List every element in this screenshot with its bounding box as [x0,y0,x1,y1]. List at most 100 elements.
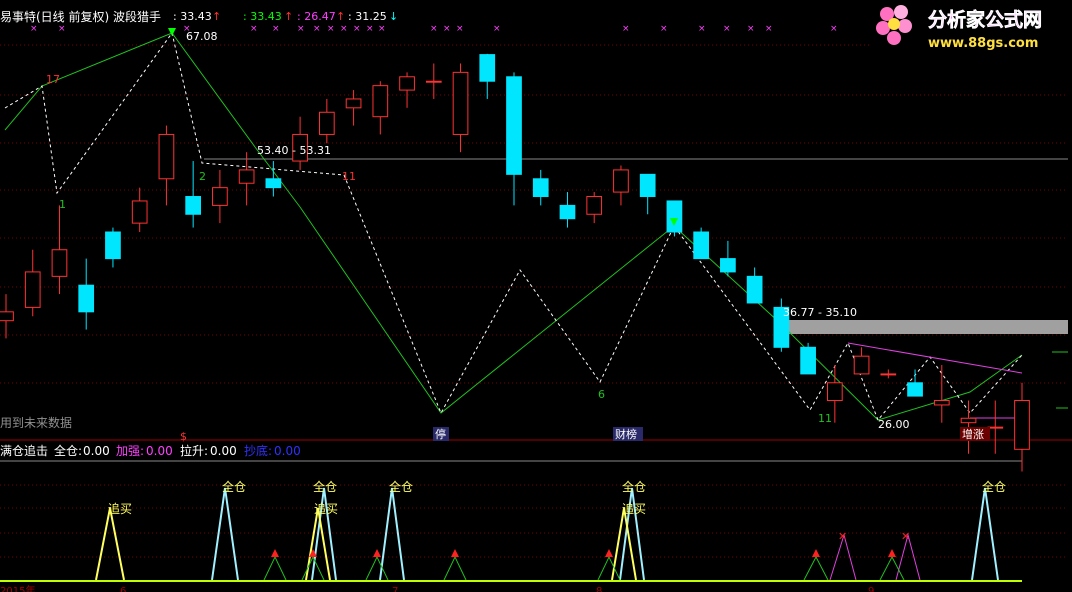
full-word-3: 全仓 [389,479,413,494]
rally-triangles [271,549,896,557]
candle-body [318,111,335,135]
chart-title: 易事特(日线 前复权) 波段猎手 [0,9,161,24]
rally-label: 拉升: [180,443,208,458]
full-word-1: 全仓 [222,479,246,494]
candle-body [452,71,469,135]
svg-text:✕: ✕ [838,530,847,543]
high-price-label: 67.08 [186,30,218,43]
date-axis: 2015年 6 7 8 9 [0,584,874,592]
svg-text:×: × [493,24,501,34]
candle-body [51,249,68,277]
dollar-marker: $ [180,430,187,443]
chase-word-3: 追买 [622,501,646,516]
range-label-2: 36.77 - 35.10 [783,306,857,319]
chase-peak-1 [95,507,125,581]
candle-body [158,133,175,180]
wave-label-11-top: 11 [342,170,356,183]
svg-text:×: × [378,24,386,34]
pattern-tag-stop: 停 [433,427,449,441]
pattern-tag-growth-text: 增涨 [962,427,984,441]
candle-body [345,98,362,109]
candle-body [479,54,496,82]
rally-value: 0.00 [210,444,237,458]
range-label-1: 53.40 - 53.31 [257,144,331,157]
candle-body [693,231,710,260]
full-word-2: 全仓 [313,479,337,494]
readout-1-arrow: ↑ [212,10,221,23]
svg-text:×: × [660,24,668,34]
candle-body [586,196,603,215]
candle-body [399,76,415,91]
lower-title: 满仓追击 [0,443,48,458]
full-pos-value: 0.00 [83,444,110,458]
signal-peaks [95,487,999,581]
candle-body [559,204,576,220]
logo-url: www.88gs.com [928,36,1038,51]
candle-body [506,76,522,175]
svg-text:×: × [698,24,706,34]
candle-body [24,271,41,308]
candle-body [826,382,843,402]
bottom-label: 抄底: [244,443,272,458]
date-label-8: 8 [596,586,602,592]
candle-body [720,258,736,273]
candle-body [265,178,282,189]
candle-body [185,196,202,215]
candle-body [532,178,549,198]
pattern-tag-stop-text: 停 [435,427,446,441]
svg-text:×: × [723,24,731,34]
candle-body [78,284,95,313]
full-pos-label: 全仓: [54,443,82,458]
site-logo: 分析家公式网 www.88gs.com [870,0,1072,56]
svg-text:✕: ✕ [901,530,910,543]
date-label-7: 7 [392,586,398,592]
candle-body [212,187,228,206]
lower-grid [0,484,1068,558]
svg-text:×: × [250,24,258,34]
date-label-9: 9 [868,586,874,592]
candle-body [613,169,629,193]
resistance-band [780,320,1068,334]
bottom-value: 0.00 [274,444,301,458]
candle-body [105,231,121,260]
svg-text:×: × [30,24,38,34]
logo-title: 分析家公式网 [928,8,1042,31]
date-label-6: 6 [120,586,126,592]
date-label-year: 2015年 [0,584,35,592]
future-data-label: 用到未来数据 [0,415,72,430]
magenta-trend-upper [847,342,1023,374]
chase-word-1: 追买 [108,501,132,516]
readout-3-arrow: ↑ [336,10,345,23]
candle-body [800,346,816,375]
wave-label-6: 6 [598,388,605,401]
full-peak-5 [971,487,999,581]
full-peak-3 [379,487,405,581]
small-rally-peaks [263,555,905,581]
candle-body [238,169,255,184]
low-price-label: 26.00 [878,418,910,431]
candle-body [1014,400,1030,450]
candle-body [746,275,763,304]
svg-text:×: × [430,24,438,34]
svg-text:×: × [327,24,335,34]
candle-body [0,311,14,322]
readout-2-arrow: ↑ [284,10,293,23]
candle-body [960,417,977,424]
svg-text:×: × [443,24,451,34]
signal-words: 追买 全仓 全仓 追买 全仓 全仓 追买 全仓 [108,479,1006,516]
readout-4-arrow: ↓ [389,10,398,23]
svg-text:×: × [272,24,280,34]
svg-text:×: × [830,24,838,34]
readout-4: : 31.25 [348,10,387,23]
chase-peak-2 [305,507,331,581]
svg-text:×: × [456,24,464,34]
top-cross-markers: × × × × × × × × × × × × × × × × × × × × × × × [30,24,838,34]
svg-text:×: × [313,24,321,34]
pattern-tag-finance: 财榜 [613,427,643,441]
candle-body [639,173,656,198]
svg-text:×: × [58,24,66,34]
pattern-tag-growth: 增涨 [960,427,990,441]
full-peak-1 [211,487,239,581]
svg-text:×: × [297,24,305,34]
wave-label-17: 17 [46,73,60,86]
